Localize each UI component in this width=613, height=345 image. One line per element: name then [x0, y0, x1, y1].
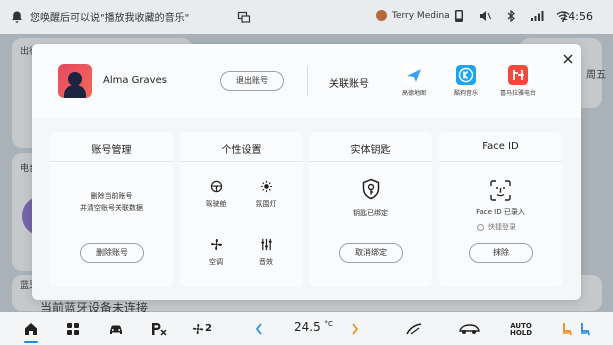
user-name: Alma Graves: [103, 75, 167, 86]
fan-icon: [210, 238, 222, 251]
feature-sound-effects[interactable]: 音效: [246, 238, 286, 267]
temperature-value: 24.5: [294, 320, 321, 334]
amap-icon: [404, 65, 424, 85]
voice-hint[interactable]: 您唤醒后可以说"播放我收藏的音乐": [10, 9, 189, 24]
card-title: 实体钥匙: [350, 145, 391, 156]
bell-icon: [12, 11, 22, 23]
card-title: Face ID: [482, 141, 519, 152]
kugou-icon: [456, 65, 476, 85]
app-label: 酷狗音乐: [453, 90, 478, 97]
linked-app-ximalaya[interactable]: 喜马拉雅电台: [498, 65, 538, 97]
screen-share-icon[interactable]: [237, 10, 251, 24]
linked-accounts-title: 关联账号: [329, 79, 369, 90]
ximalaya-icon: [508, 65, 528, 85]
physical-key-card: 实体钥匙 钥匙已绑定 取消绑定: [309, 132, 432, 287]
volume-mute-icon[interactable]: [478, 9, 492, 23]
key-status: 钥匙已绑定: [353, 209, 388, 217]
card-divider: [180, 161, 303, 162]
feature-label: 驾驶舱: [205, 200, 227, 208]
temperature-display[interactable]: 24.5 °C: [294, 320, 333, 334]
user-avatar-mini: [376, 10, 387, 21]
seat-ventilation-icon[interactable]: [579, 321, 591, 337]
card-title: 账号管理: [91, 145, 132, 156]
close-icon[interactable]: [561, 52, 575, 66]
apps-grid-icon[interactable]: [66, 321, 80, 337]
feature-ambient-light[interactable]: 氛围灯: [246, 180, 286, 209]
bluetooth-icon[interactable]: [504, 9, 518, 23]
status-bar: 您唤醒后可以说"播放我收藏的音乐" Terry Medina 14:56: [0, 0, 613, 34]
drive-mode-icon[interactable]: [458, 321, 480, 337]
account-dialog: Alma Graves 退出账号 关联账号 高德地图 酷狗音乐 喜马拉雅电台 账…: [32, 44, 581, 300]
card-divider: [439, 161, 562, 162]
unbind-key-button[interactable]: 取消绑定: [339, 243, 403, 263]
mobile-phone-icon[interactable]: [452, 9, 466, 23]
face-id-card: Face ID Face ID 已录入 快捷登录 抹除: [439, 132, 562, 287]
dialog-header: Alma Graves 退出账号 关联账号 高德地图 酷狗音乐 喜马拉雅电台: [32, 44, 581, 118]
bottom-dock: 2 24.5 °C AUTO HOLD: [0, 312, 613, 345]
auto-hold-button[interactable]: AUTO HOLD: [510, 323, 532, 337]
feature-air-conditioning[interactable]: 空调: [196, 238, 236, 267]
ambient-light-icon: [260, 180, 272, 193]
avatar-head: [68, 72, 82, 86]
fan-level: 2: [205, 323, 212, 334]
app-label: 高德地图: [401, 90, 426, 97]
fan-speed-icon[interactable]: [192, 321, 204, 337]
personal-settings-card: 个性设置 驾驶舱 氛围灯 空调 音效: [180, 132, 303, 287]
delete-description-line2: 并清空账号关联数据: [80, 204, 143, 212]
equalizer-icon: [260, 238, 272, 251]
feature-cockpit[interactable]: 驾驶舱: [196, 180, 236, 209]
quick-login-label: 快捷登录: [488, 223, 516, 231]
temperature-unit: °C: [324, 320, 333, 328]
app-label: 喜马拉雅电台: [499, 90, 536, 97]
feature-label: 空调: [209, 258, 223, 266]
voice-hint-text: 您唤醒后可以说"播放我收藏的音乐": [30, 13, 190, 24]
delete-account-button[interactable]: 删除账号: [80, 243, 144, 263]
account-management-card: 账号管理 删除当前账号 并清空账号关联数据 删除账号: [50, 132, 173, 287]
signal-icon: [531, 11, 544, 21]
auto-hold-line2: HOLD: [510, 329, 533, 337]
clock: 14:56: [561, 10, 593, 23]
feature-label: 音效: [259, 258, 273, 266]
home-icon[interactable]: [23, 321, 39, 337]
card-divider: [309, 161, 432, 162]
erase-face-id-button[interactable]: 抹除: [469, 243, 533, 263]
user-name-status: Terry Medina: [392, 10, 450, 21]
current-user[interactable]: Terry Medina: [376, 10, 450, 21]
steering-wheel-icon: [210, 180, 222, 193]
avatar-body: [64, 85, 86, 98]
delete-description-line1: 删除当前账号: [90, 192, 133, 200]
logout-button[interactable]: 退出账号: [220, 71, 284, 91]
linked-app-amap[interactable]: 高德地图: [394, 65, 434, 97]
linked-app-kugou[interactable]: 酷狗音乐: [446, 65, 486, 97]
feature-label: 氛围灯: [255, 200, 277, 208]
user-avatar[interactable]: [58, 64, 92, 98]
face-id-status: Face ID 已录入: [476, 208, 525, 216]
temperature-down-icon[interactable]: [254, 321, 264, 337]
wiper-icon[interactable]: [405, 321, 423, 337]
header-divider: [307, 66, 308, 96]
seat-heat-icon[interactable]: [561, 321, 573, 337]
card-title: 个性设置: [221, 145, 262, 156]
quick-login-option[interactable]: 快捷登录: [477, 222, 516, 232]
key-shield-icon: [362, 178, 380, 200]
card-divider: [50, 161, 173, 162]
car-icon[interactable]: [108, 321, 124, 337]
face-id-icon: [490, 180, 511, 201]
home-active-indicator: [24, 341, 38, 343]
temperature-up-icon[interactable]: [350, 321, 360, 337]
quick-login-radio[interactable]: [477, 223, 484, 231]
parking-icon[interactable]: [150, 321, 168, 337]
